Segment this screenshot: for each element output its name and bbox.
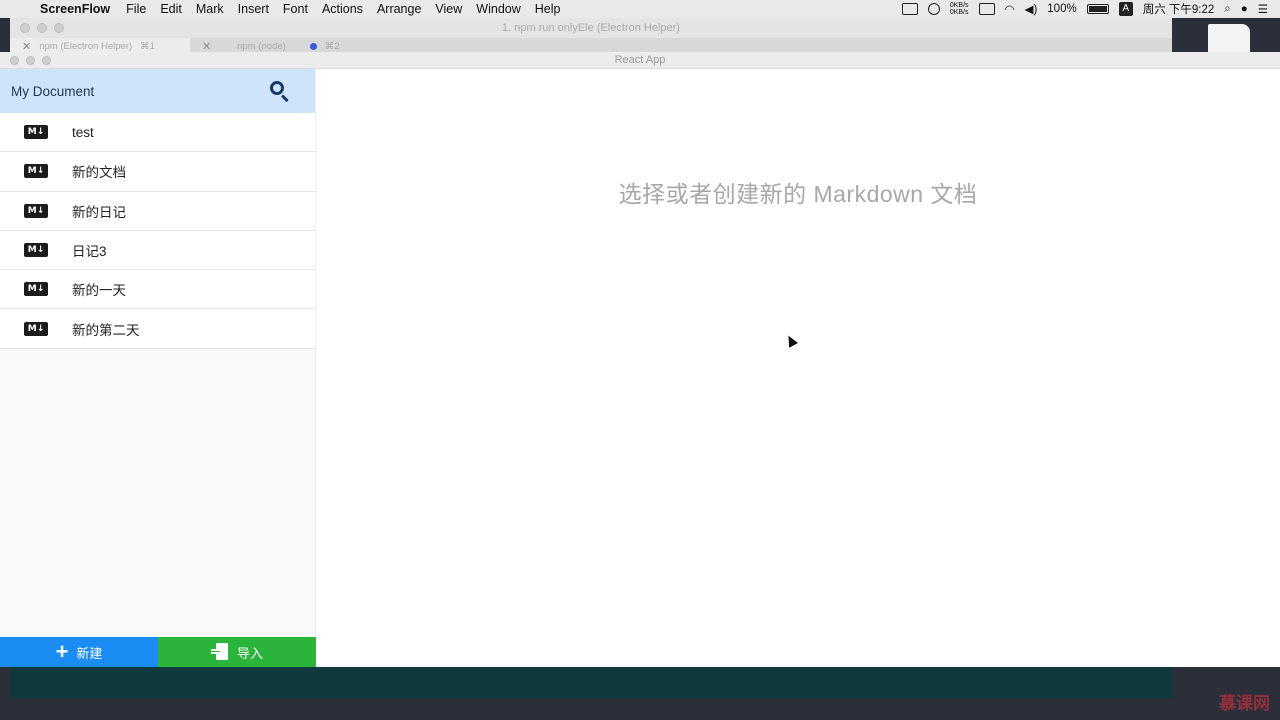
menu-actions[interactable]: Actions bbox=[322, 2, 363, 16]
markdown-icon: M↓ bbox=[24, 321, 48, 336]
app-title: React App bbox=[614, 54, 666, 66]
watermark-logo: 慕课网 bbox=[1219, 694, 1270, 713]
file-item-test[interactable]: M↓ test bbox=[0, 113, 315, 153]
mouse-cursor-icon bbox=[784, 333, 798, 348]
import-file-label: 导入 bbox=[236, 645, 263, 661]
import-file-button[interactable]: 导入 bbox=[158, 637, 316, 667]
menu-insert[interactable]: Insert bbox=[238, 2, 269, 16]
editor-area: 选择或者创建新的 Markdown 文档 bbox=[316, 69, 1280, 667]
menu-window[interactable]: Window bbox=[476, 2, 520, 16]
app-titlebar: React App bbox=[0, 52, 1280, 69]
file-item-new-day[interactable]: M↓ 新的一天 bbox=[0, 270, 315, 310]
file-item-new-diary[interactable]: M↓ 新的日记 bbox=[0, 191, 315, 231]
menu-help[interactable]: Help bbox=[535, 2, 561, 16]
close-tab-icon[interactable]: ✕ bbox=[22, 40, 31, 53]
react-app-window: React App My Document M↓ test M↓ 新的文档 M↓… bbox=[0, 52, 1280, 667]
terminal-title: 1. npm run onlyEle (Electron Helper) bbox=[502, 22, 680, 34]
net-down: 0KB/s bbox=[949, 9, 969, 16]
network-speed: 0KB/s 0KB/s bbox=[950, 2, 969, 16]
wifi-icon[interactable]: ◠ bbox=[1005, 2, 1015, 16]
file-list: M↓ test M↓ 新的文档 M↓ 新的日记 M↓ 日记3 M↓ 新的一天 M… bbox=[0, 113, 315, 349]
file-name: 新的文档 bbox=[72, 165, 126, 181]
notification-center-icon[interactable]: ☰ bbox=[1258, 2, 1268, 16]
clock[interactable]: 周六 下午9:22 bbox=[1143, 1, 1215, 17]
tab-label: npm (Electron Helper) bbox=[39, 40, 133, 52]
airplay-icon[interactable] bbox=[978, 3, 995, 15]
file-name: 新的日记 bbox=[72, 204, 126, 220]
markdown-icon: M↓ bbox=[24, 164, 48, 179]
menu-edit[interactable]: Edit bbox=[160, 2, 182, 16]
terminal-bottom-strip bbox=[10, 667, 1172, 698]
sidebar-title: My Document bbox=[11, 83, 95, 99]
menu-view[interactable]: View bbox=[435, 2, 462, 16]
tab-shortcut: ⌘2 bbox=[324, 40, 340, 52]
desktop-document-icon[interactable] bbox=[1208, 24, 1250, 54]
menu-font[interactable]: Font bbox=[283, 2, 308, 16]
terminal-titlebar: 1. npm run onlyEle (Electron Helper) bbox=[10, 18, 1172, 38]
tab-shortcut: ⌘1 bbox=[140, 40, 155, 52]
markdown-icon: M↓ bbox=[24, 282, 48, 297]
menu-arrange[interactable]: Arrange bbox=[377, 2, 421, 16]
file-name: 新的第二天 bbox=[72, 322, 140, 338]
file-item-diary3[interactable]: M↓ 日记3 bbox=[0, 230, 315, 271]
file-item-new-doc[interactable]: M↓ 新的文档 bbox=[0, 152, 315, 192]
status-area: 0KB/s 0KB/s ◠ ◀) 100% A 周六 下午9:22 ⌕ ● ☰ bbox=[901, 1, 1280, 17]
file-item-second-day[interactable]: M↓ 新的第二天 bbox=[0, 309, 315, 349]
menu-mark[interactable]: Mark bbox=[196, 2, 224, 16]
tab-label: npm (node) bbox=[237, 40, 286, 52]
siri-icon[interactable]: ● bbox=[1241, 3, 1248, 15]
file-name: test bbox=[72, 124, 94, 140]
search-icon[interactable] bbox=[269, 80, 291, 103]
sidebar-actions: + 新建 导入 bbox=[0, 637, 316, 667]
file-name: 新的一天 bbox=[72, 283, 126, 299]
menu-app-name[interactable]: ScreenFlow bbox=[40, 2, 110, 16]
new-file-button[interactable]: + 新建 bbox=[0, 637, 158, 667]
screen-record-icon[interactable] bbox=[901, 3, 918, 15]
battery-percent: 100% bbox=[1047, 3, 1077, 15]
import-icon bbox=[210, 643, 229, 661]
file-name: 日记3 bbox=[72, 244, 107, 260]
file-sidebar: My Document M↓ test M↓ 新的文档 M↓ 新的日记 M↓ 日… bbox=[0, 69, 316, 667]
plus-icon: + bbox=[55, 639, 69, 664]
spotlight-icon[interactable]: ⌕ bbox=[1224, 3, 1230, 16]
new-file-label: 新建 bbox=[76, 645, 103, 661]
battery-icon[interactable] bbox=[1086, 4, 1109, 14]
menu-bar: ScreenFlow File Edit Mark Insert Font Ac… bbox=[0, 0, 1280, 18]
markdown-icon: M↓ bbox=[24, 125, 48, 140]
markdown-icon: M↓ bbox=[24, 203, 48, 218]
net-up: 0KB/s bbox=[949, 2, 969, 9]
menu-file[interactable]: File bbox=[126, 2, 146, 16]
empty-state-message: 选择或者创建新的 Markdown 文档 bbox=[618, 181, 978, 207]
volume-icon[interactable]: ◀) bbox=[1025, 2, 1038, 16]
cat-icon[interactable] bbox=[927, 3, 940, 15]
activity-dot-icon bbox=[309, 42, 317, 50]
input-method-icon[interactable]: A bbox=[1118, 2, 1133, 16]
file-search-bar: My Document bbox=[0, 69, 315, 113]
markdown-icon: M↓ bbox=[24, 243, 48, 258]
close-tab-icon[interactable]: ✕ bbox=[202, 40, 211, 53]
